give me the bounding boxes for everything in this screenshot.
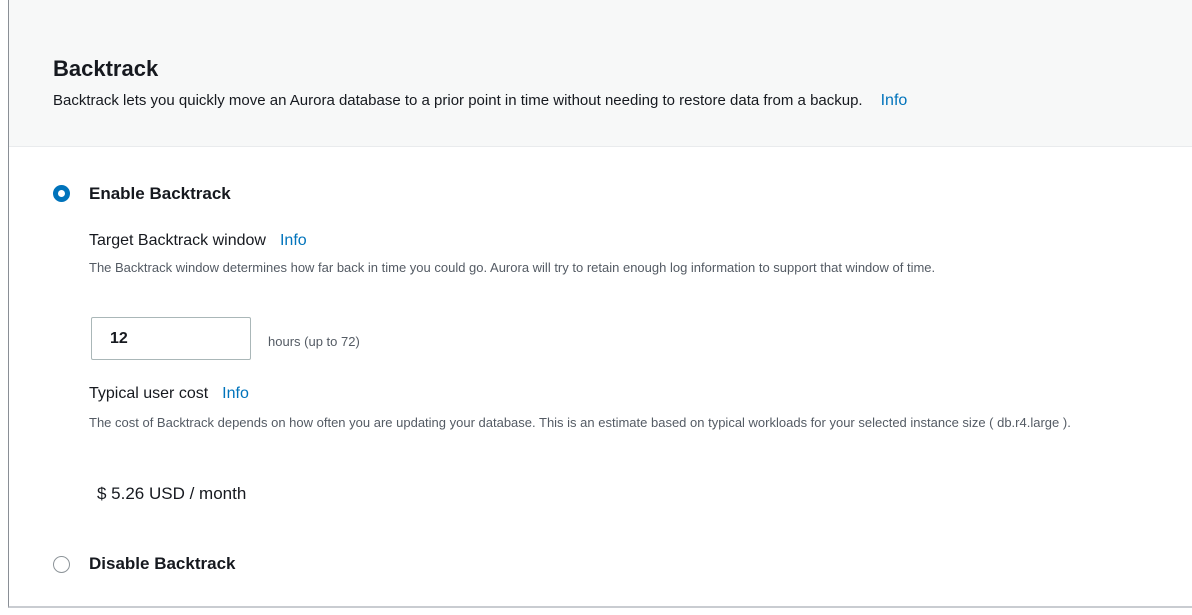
target-window-label: Target Backtrack window Info — [89, 232, 307, 250]
header-info-link[interactable]: Info — [881, 92, 908, 109]
target-window-suffix: hours (up to 72) — [268, 334, 360, 349]
panel-header: Backtrack Backtrack lets you quickly mov… — [9, 0, 1192, 147]
typical-cost-description: The cost of Backtrack depends on how oft… — [89, 415, 1071, 430]
panel-description-text: Backtrack lets you quickly move an Auror… — [53, 92, 863, 109]
target-window-label-text: Target Backtrack window — [89, 232, 266, 249]
enable-backtrack-label[interactable]: Enable Backtrack — [89, 184, 231, 204]
panel-title: Backtrack — [53, 56, 159, 81]
target-window-input[interactable] — [91, 317, 251, 360]
typical-cost-info-link[interactable]: Info — [222, 385, 249, 402]
backtrack-panel: Backtrack Backtrack lets you quickly mov… — [8, 0, 1192, 608]
typical-cost-label: Typical user cost Info — [89, 385, 249, 403]
target-window-description: The Backtrack window determines how far … — [89, 260, 936, 275]
target-window-info-link[interactable]: Info — [280, 232, 307, 249]
disable-backtrack-radio[interactable] — [53, 556, 70, 573]
typical-cost-label-text: Typical user cost — [89, 385, 209, 402]
panel-description: Backtrack lets you quickly move an Auror… — [53, 92, 907, 110]
disable-backtrack-label[interactable]: Disable Backtrack — [89, 554, 235, 574]
enable-backtrack-radio[interactable] — [53, 185, 70, 202]
cost-value: $ 5.26 USD / month — [97, 484, 247, 503]
